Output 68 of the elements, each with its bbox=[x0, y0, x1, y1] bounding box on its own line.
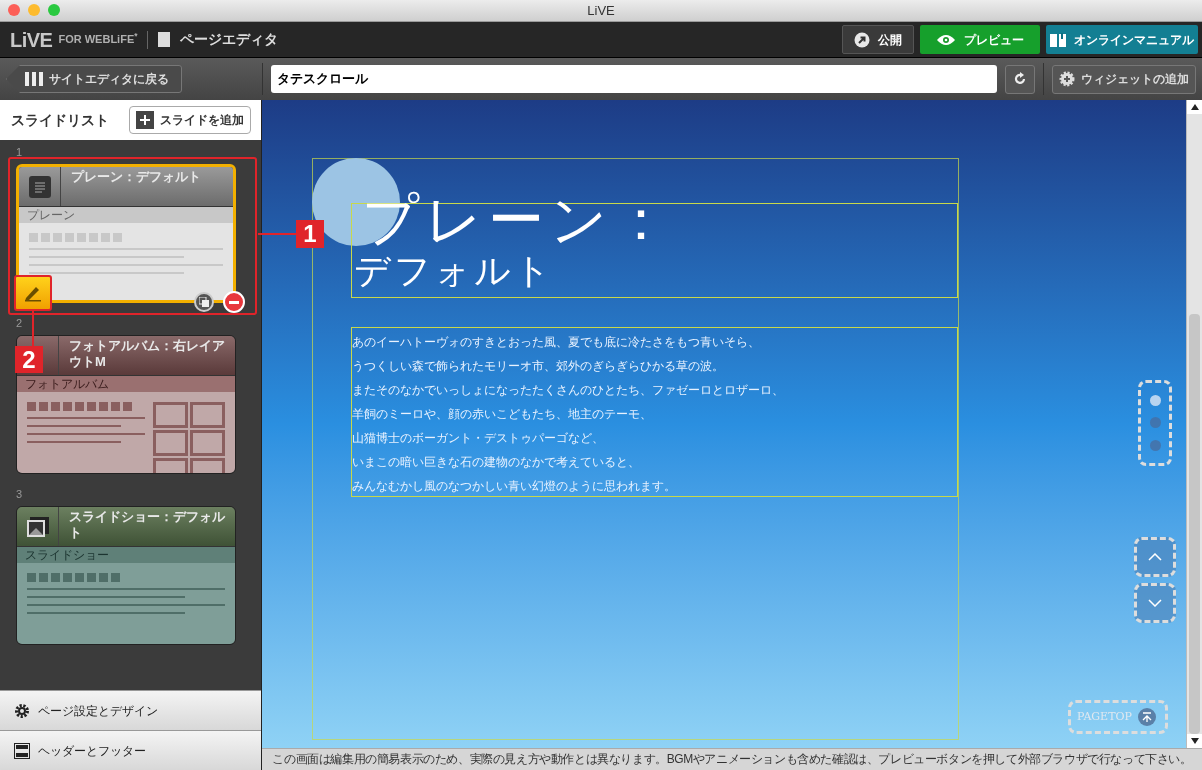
callout-badge: 1 bbox=[296, 220, 324, 248]
slide-card[interactable]: スライドショー：デフォルト スライドショー bbox=[16, 506, 236, 645]
settings-menu-item[interactable]: ページ設定とデザイン bbox=[0, 690, 261, 730]
gear-icon bbox=[14, 702, 30, 719]
columns-icon bbox=[25, 72, 43, 86]
body-text-line: いまこの暗い巨きな石の建物のなかで考えていると、 bbox=[352, 454, 641, 471]
scroll-down-icon[interactable] bbox=[1190, 738, 1199, 744]
slide-type-label: スライドショー bbox=[17, 547, 235, 563]
body-text-line: みんなむかし風のなつかしい青い幻燈のように思われます。 bbox=[352, 478, 677, 495]
window-title: LiVE bbox=[587, 1, 615, 20]
preview-button[interactable]: プレビュー bbox=[920, 25, 1040, 54]
duplicate-button[interactable] bbox=[194, 292, 214, 312]
page-title: ページエディタ bbox=[180, 30, 279, 49]
layout-menu-item[interactable]: ヘッダーとフッター bbox=[0, 730, 261, 770]
window-control[interactable] bbox=[8, 4, 20, 16]
arrow-up-icon bbox=[1137, 708, 1156, 726]
add-slide-button[interactable]: スライドを追加 bbox=[129, 106, 251, 134]
body-text-line: またそのなかでいっしょになったたくさんのひとたち、ファゼーロとロザーロ、 bbox=[352, 382, 785, 399]
slide-title: スライドショー：デフォルト bbox=[68, 508, 226, 542]
slide-title: フォトアルバム：右レイアウトM bbox=[68, 337, 226, 371]
layout-icon bbox=[14, 742, 30, 759]
leader-line bbox=[258, 233, 298, 235]
body-text-line: うつくしい森で飾られたモリーオ市、郊外のぎらぎらひかる草の波。 bbox=[352, 358, 725, 375]
slide-list-title: スライドリスト bbox=[11, 110, 109, 130]
back-button[interactable]: サイトエディタに戻る bbox=[6, 65, 182, 93]
chevron-up-icon bbox=[1148, 553, 1162, 561]
refresh-icon bbox=[1013, 72, 1027, 86]
eye-icon bbox=[936, 33, 956, 46]
body-text-line: あのイーハトーヴォのすきとおった風、夏でも底に冷たさをもつ青いそら、 bbox=[352, 334, 761, 351]
refresh-button[interactable] bbox=[1005, 64, 1035, 94]
callout-badge: 2 bbox=[15, 346, 43, 373]
publish-button[interactable]: 公開 bbox=[842, 25, 914, 54]
slide-title: プレーン：デフォルト bbox=[70, 168, 202, 186]
slide-number: 1 bbox=[16, 146, 24, 159]
leader-line bbox=[32, 311, 34, 346]
delete-button[interactable] bbox=[223, 291, 245, 313]
manual-button[interactable]: オンラインマニュアル bbox=[1046, 25, 1198, 54]
app-logo-subtitle: FOR WEBLiFE$^{*}$ bbox=[58, 31, 138, 48]
picture-icon bbox=[26, 516, 49, 537]
body-text-line: 羊飼のミーロや、顔の赤いこどもたち、地主のテーモ、 bbox=[352, 406, 653, 423]
arrow-circle-icon bbox=[854, 31, 870, 48]
chevron-down-icon bbox=[1148, 599, 1162, 607]
pencil-icon bbox=[23, 284, 43, 302]
window-control[interactable] bbox=[48, 4, 60, 16]
duplicate-icon bbox=[199, 297, 209, 307]
slide-number: 3 bbox=[16, 488, 24, 501]
app-logo: LiVE bbox=[10, 27, 53, 53]
gear-icon bbox=[1059, 71, 1075, 87]
add-widget-button[interactable]: ウィジェットの追加 bbox=[1052, 64, 1196, 94]
plus-icon bbox=[136, 111, 154, 129]
body-text-line: 山猫博士のボーガント・デストゥパーゴなど、 bbox=[352, 430, 605, 447]
slide-type-label: フォトアルバム bbox=[17, 376, 235, 392]
scroll-up-button[interactable] bbox=[1134, 537, 1176, 577]
slide-type-label: プレーン bbox=[19, 207, 233, 223]
status-bar: この画面は編集用の簡易表示のため、実際の見え方や動作とは異なります。BGMやアニメーションも含めた確認は、プレビューボタンを押して外部ブラウザで行なって下さい。 bbox=[262, 748, 1202, 770]
page-name-field[interactable]: タテスクロール bbox=[271, 65, 997, 93]
window-control[interactable] bbox=[28, 4, 40, 16]
scrollbar[interactable] bbox=[1186, 100, 1202, 748]
book-icon bbox=[1050, 32, 1066, 47]
slide-subheading: デフォルト bbox=[353, 252, 555, 290]
document-icon bbox=[158, 32, 171, 47]
slide-card[interactable]: プレーン：デフォルト プレーン bbox=[16, 164, 236, 303]
scroll-up-icon[interactable] bbox=[1190, 104, 1199, 110]
slide-number: 2 bbox=[16, 317, 24, 330]
text-lines-icon bbox=[28, 175, 51, 198]
edit-button[interactable] bbox=[14, 275, 52, 311]
scroll-down-button[interactable] bbox=[1134, 583, 1176, 623]
minus-icon bbox=[229, 300, 239, 304]
